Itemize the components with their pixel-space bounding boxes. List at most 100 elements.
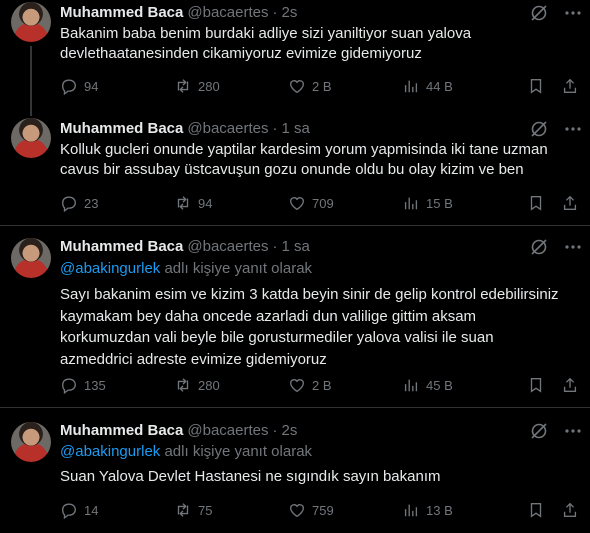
share-button[interactable]	[560, 76, 580, 96]
repost-icon	[177, 196, 189, 210]
reply-icon	[62, 503, 76, 519]
bookmark-button[interactable]	[526, 193, 546, 213]
bookmark-icon	[530, 196, 542, 211]
author-handle[interactable]: @bacaertes	[187, 4, 268, 21]
reply-button[interactable]: 14	[60, 500, 98, 520]
avatar[interactable]	[11, 2, 51, 42]
tweet-header: Muhammed Baca @bacaertes · 1 sa	[60, 118, 310, 138]
tweet-text: Bakanim baba benim burdaki adliye sizi y…	[60, 24, 580, 64]
tweet-time[interactable]: 1 sa	[281, 238, 309, 255]
views-button[interactable]: 45 B	[402, 375, 453, 395]
tweet-text-line: kaymakam bey daha oncede azarladi dun va…	[60, 307, 477, 325]
like-button[interactable]: 2 B	[288, 76, 332, 96]
tweet[interactable]: Muhammed Baca @bacaertes · 1 sa @abaking…	[0, 236, 590, 406]
separator-dot: ·	[272, 237, 278, 255]
views-count: 45 B	[426, 377, 453, 393]
tweet-actions: 94 280 2 B 44 B	[60, 76, 580, 96]
tweet-time[interactable]: 2s	[281, 4, 297, 21]
more-icon[interactable]	[563, 3, 583, 23]
author-handle[interactable]: @bacaertes	[187, 120, 268, 137]
tweet-divider	[0, 407, 590, 408]
tweet-text: Suan Yalova Devlet Hastanesi ne sıgındık…	[60, 467, 580, 487]
views-count: 15 B	[426, 195, 453, 211]
more-icon[interactable]	[563, 237, 583, 257]
views-button[interactable]: 44 B	[402, 76, 453, 96]
tweet-time[interactable]: 2s	[281, 422, 297, 439]
repost-button[interactable]: 280	[174, 76, 220, 96]
avatar[interactable]	[11, 422, 51, 462]
tweet-actions: 135 280 2 B 45 B	[60, 375, 580, 395]
views-button[interactable]: 13 B	[402, 500, 453, 520]
mute-icon[interactable]	[529, 237, 549, 257]
like-count: 2 B	[312, 78, 332, 94]
avatar[interactable]	[11, 118, 51, 158]
more-icon[interactable]	[563, 119, 583, 139]
mute-icon[interactable]	[529, 3, 549, 23]
reply-count: 14	[84, 502, 99, 518]
share-button[interactable]	[560, 193, 580, 213]
bookmark-button[interactable]	[526, 76, 546, 96]
views-icon	[404, 197, 418, 210]
share-icon	[563, 195, 577, 210]
like-count: 759	[312, 502, 334, 518]
reply-button[interactable]: 23	[60, 193, 98, 213]
like-button[interactable]: 2 B	[288, 375, 332, 395]
tweet-text-line: Kolluk gucleri onunde yaptilar kardesim …	[60, 141, 548, 158]
share-icon	[563, 377, 577, 392]
author-name[interactable]: Muhammed Baca	[60, 120, 183, 137]
author-name[interactable]: Muhammed Baca	[60, 422, 183, 439]
repost-count: 280	[198, 377, 220, 393]
repost-count: 75	[198, 502, 213, 518]
tweet[interactable]: Muhammed Baca @bacaertes · 2s @abakingur…	[0, 420, 590, 533]
author-name[interactable]: Muhammed Baca	[60, 4, 183, 21]
share-icon	[563, 502, 577, 517]
bookmark-icon	[530, 79, 542, 94]
share-button[interactable]	[560, 375, 580, 395]
reply-button[interactable]: 94	[60, 76, 98, 96]
views-icon	[404, 504, 418, 517]
tweet-time[interactable]: 1 sa	[281, 120, 309, 137]
replying-to: @abakingurlek adlı kişiye yanıt olarak	[60, 260, 312, 277]
more-icon[interactable]	[563, 421, 583, 441]
thread-line	[30, 46, 32, 116]
views-icon	[404, 379, 418, 392]
reply-icon	[62, 79, 76, 95]
like-button[interactable]: 709	[288, 193, 334, 213]
reply-mention-link[interactable]: @abakingurlek	[60, 443, 160, 460]
author-handle[interactable]: @bacaertes	[187, 422, 268, 439]
replying-to: @abakingurlek adlı kişiye yanıt olarak	[60, 443, 312, 460]
repost-button[interactable]: 280	[174, 375, 220, 395]
author-name[interactable]: Muhammed Baca	[60, 238, 183, 255]
reply-icon	[62, 378, 76, 394]
separator-dot: ·	[272, 3, 278, 21]
author-handle[interactable]: @bacaertes	[187, 238, 268, 255]
tweet-header: Muhammed Baca @bacaertes · 2s	[60, 420, 297, 440]
tweet[interactable]: Muhammed Baca @bacaertes · 2s Bakanim ba…	[0, 0, 590, 120]
views-count: 44 B	[426, 78, 453, 94]
tweet[interactable]: Muhammed Baca @bacaertes · 1 sa Kolluk g…	[0, 118, 590, 224]
separator-dot: ·	[272, 421, 278, 439]
views-count: 13 B	[426, 502, 453, 518]
tweet-text-line: devlethaatanesinden cikamiyoruz evimize …	[60, 45, 422, 62]
bookmark-button[interactable]	[526, 375, 546, 395]
bookmark-button[interactable]	[526, 500, 546, 520]
reply-mention-link[interactable]: @abakingurlek	[60, 260, 160, 277]
bookmark-icon	[530, 378, 542, 393]
like-count: 709	[312, 195, 334, 211]
repost-count: 280	[198, 78, 220, 94]
like-button[interactable]: 759	[288, 500, 334, 520]
mute-icon[interactable]	[529, 421, 549, 441]
repost-button[interactable]: 94	[174, 193, 212, 213]
share-button[interactable]	[560, 500, 580, 520]
mute-icon[interactable]	[529, 119, 549, 139]
tweet-text-line: Bakanim baba benim burdaki adliye sizi y…	[60, 25, 472, 42]
repost-button[interactable]: 75	[174, 500, 212, 520]
tweet-text: Sayı bakanim esim ve kizim 3 katda beyin…	[60, 284, 580, 370]
reply-button[interactable]: 135	[60, 375, 106, 395]
views-button[interactable]: 15 B	[402, 193, 453, 213]
repost-icon	[177, 378, 189, 392]
avatar[interactable]	[11, 238, 51, 278]
tweet-divider	[0, 225, 590, 226]
tweet-text-line: azmeddrici adreste evimize gidemiyoruz	[60, 350, 327, 368]
tweet-header: Muhammed Baca @bacaertes · 1 sa	[60, 236, 310, 256]
